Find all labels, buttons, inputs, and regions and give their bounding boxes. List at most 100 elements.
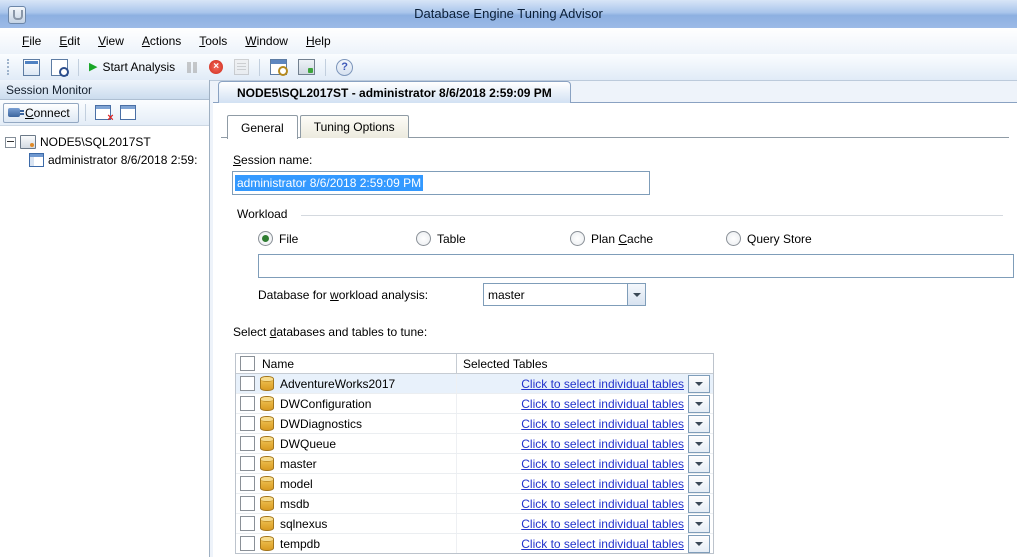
tables-dropdown-button[interactable] bbox=[688, 375, 710, 393]
workload-file-input[interactable] bbox=[258, 254, 1014, 278]
tables-dropdown-button[interactable] bbox=[688, 415, 710, 433]
tree-node-server[interactable]: NODE5\SQL2017ST bbox=[5, 133, 207, 151]
menu-item-window[interactable]: Window bbox=[236, 29, 297, 53]
db-checkbox[interactable] bbox=[240, 416, 255, 431]
dropdown-button[interactable] bbox=[627, 284, 645, 305]
tables-dropdown-button[interactable] bbox=[688, 395, 710, 413]
selected-tables-cell: Click to select individual tables bbox=[456, 514, 713, 533]
selected-tables-cell: Click to select individual tables bbox=[456, 454, 713, 473]
menu-item-help[interactable]: Help bbox=[297, 29, 340, 53]
radio-icon[interactable] bbox=[416, 231, 431, 246]
apply-recommendations-button[interactable] bbox=[294, 56, 319, 78]
tables-dropdown-button[interactable] bbox=[688, 535, 710, 553]
tab-strip: General Tuning Options bbox=[227, 115, 411, 139]
chevron-down-icon bbox=[695, 542, 703, 546]
db-checkbox[interactable] bbox=[240, 516, 255, 531]
checkbox-cell bbox=[236, 376, 258, 391]
radio-icon[interactable] bbox=[258, 231, 273, 246]
new-session-button[interactable] bbox=[19, 56, 44, 79]
chevron-down-icon bbox=[695, 382, 703, 386]
radio-label: Table bbox=[437, 232, 466, 246]
session-monitor-panel: Session Monitor Connect NODE5\SQL2017ST bbox=[0, 80, 210, 557]
session-monitor-toolbar: Connect bbox=[0, 100, 209, 126]
select-tables-link[interactable]: Click to select individual tables bbox=[521, 477, 684, 491]
table-row: AdventureWorks2017 Click to select indivi… bbox=[236, 374, 713, 394]
menu-item-tools[interactable]: Tools bbox=[190, 29, 236, 53]
select-tables-link[interactable]: Click to select individual tables bbox=[521, 417, 684, 431]
select-tables-link[interactable]: Click to select individual tables bbox=[521, 517, 684, 531]
workload-radio-file[interactable]: File bbox=[258, 231, 298, 246]
menu-item-actions[interactable]: Actions bbox=[133, 29, 190, 53]
select-tables-link[interactable]: Click to select individual tables bbox=[521, 497, 684, 511]
tables-dropdown-button[interactable] bbox=[688, 455, 710, 473]
open-session-button[interactable] bbox=[47, 56, 72, 79]
pause-analysis-button[interactable] bbox=[182, 58, 202, 77]
database-icon bbox=[260, 456, 274, 471]
window-title: Database Engine Tuning Advisor bbox=[0, 6, 1017, 21]
database-icon bbox=[260, 376, 274, 391]
db-checkbox[interactable] bbox=[240, 436, 255, 451]
tables-dropdown-button[interactable] bbox=[688, 495, 710, 513]
radio-label: Query Store bbox=[747, 232, 812, 246]
name-cell: AdventureWorks2017 bbox=[258, 376, 456, 391]
db-name: AdventureWorks2017 bbox=[280, 377, 395, 391]
radio-icon[interactable] bbox=[726, 231, 741, 246]
name-cell: DWConfiguration bbox=[258, 396, 456, 411]
session-name-input[interactable]: administrator 8/6/2018 2:59:09 PM bbox=[232, 171, 650, 195]
db-checkbox[interactable] bbox=[240, 536, 255, 551]
apply-recommendations-icon bbox=[298, 59, 315, 75]
tab-general[interactable]: General bbox=[227, 115, 298, 139]
menu-item-view[interactable]: View bbox=[89, 29, 133, 53]
selected-tables-column-header: Selected Tables bbox=[456, 354, 713, 373]
tables-dropdown-button[interactable] bbox=[688, 475, 710, 493]
workload-radio-plan-cache[interactable]: Plan Cache bbox=[570, 231, 653, 246]
open-session-icon bbox=[51, 59, 68, 76]
select-tables-link[interactable]: Click to select individual tables bbox=[521, 457, 684, 471]
preview-workload-button[interactable] bbox=[266, 56, 291, 78]
collapse-icon[interactable] bbox=[5, 137, 16, 148]
database-icon bbox=[260, 416, 274, 431]
select-tables-link[interactable]: Click to select individual tables bbox=[521, 537, 684, 551]
select-tables-link[interactable]: Click to select individual tables bbox=[521, 437, 684, 451]
radio-icon[interactable] bbox=[570, 231, 585, 246]
db-analysis-label: Database for workload analysis: bbox=[258, 288, 428, 302]
checkbox-cell bbox=[236, 476, 258, 491]
select-tables-link[interactable]: Click to select individual tables bbox=[521, 397, 684, 411]
checkbox-cell bbox=[236, 396, 258, 411]
tables-dropdown-button[interactable] bbox=[688, 515, 710, 533]
workload-radio-table[interactable]: Table bbox=[416, 231, 466, 246]
database-icon bbox=[260, 476, 274, 491]
workload-radio-query-store[interactable]: Query Store bbox=[726, 231, 812, 246]
chevron-down-icon bbox=[695, 422, 703, 426]
checkbox-cell bbox=[236, 496, 258, 511]
db-checkbox[interactable] bbox=[240, 396, 255, 411]
db-checkbox[interactable] bbox=[240, 476, 255, 491]
menu-item-file[interactable]: File bbox=[13, 29, 50, 53]
start-analysis-button[interactable]: ▶ Start Analysis bbox=[85, 57, 179, 77]
select-tables-link[interactable]: Click to select individual tables bbox=[521, 377, 684, 391]
database-icon bbox=[260, 436, 274, 451]
tables-dropdown-button[interactable] bbox=[688, 435, 710, 453]
db-name: msdb bbox=[280, 497, 309, 511]
disconnect-button[interactable] bbox=[92, 102, 114, 123]
connect-button[interactable]: Connect bbox=[3, 103, 79, 123]
tab-tuning-options[interactable]: Tuning Options bbox=[300, 115, 409, 138]
session-node-label: administrator 8/6/2018 2:59: bbox=[48, 153, 197, 167]
db-checkbox[interactable] bbox=[240, 496, 255, 511]
select-all-checkbox[interactable] bbox=[240, 356, 255, 371]
server-node-label: NODE5\SQL2017ST bbox=[40, 135, 151, 149]
separator bbox=[78, 59, 79, 76]
stop-analysis-button[interactable]: × bbox=[205, 57, 227, 77]
document-tab[interactable]: NODE5\SQL2017ST - administrator 8/6/2018… bbox=[218, 81, 571, 103]
db-analysis-dropdown[interactable]: master bbox=[483, 283, 646, 306]
clone-session-button[interactable] bbox=[230, 56, 253, 78]
delete-session-button[interactable] bbox=[117, 102, 139, 123]
db-checkbox[interactable] bbox=[240, 456, 255, 471]
delete-session-icon bbox=[120, 105, 136, 120]
menu-item-edit[interactable]: Edit bbox=[50, 29, 89, 53]
tree-node-session[interactable]: administrator 8/6/2018 2:59: bbox=[5, 151, 207, 169]
table-row: DWQueueClick to select individual tables bbox=[236, 434, 713, 454]
tab-tuning-options-label: Tuning Options bbox=[314, 120, 395, 134]
help-button[interactable]: ? bbox=[332, 56, 357, 79]
db-checkbox[interactable] bbox=[240, 376, 255, 391]
